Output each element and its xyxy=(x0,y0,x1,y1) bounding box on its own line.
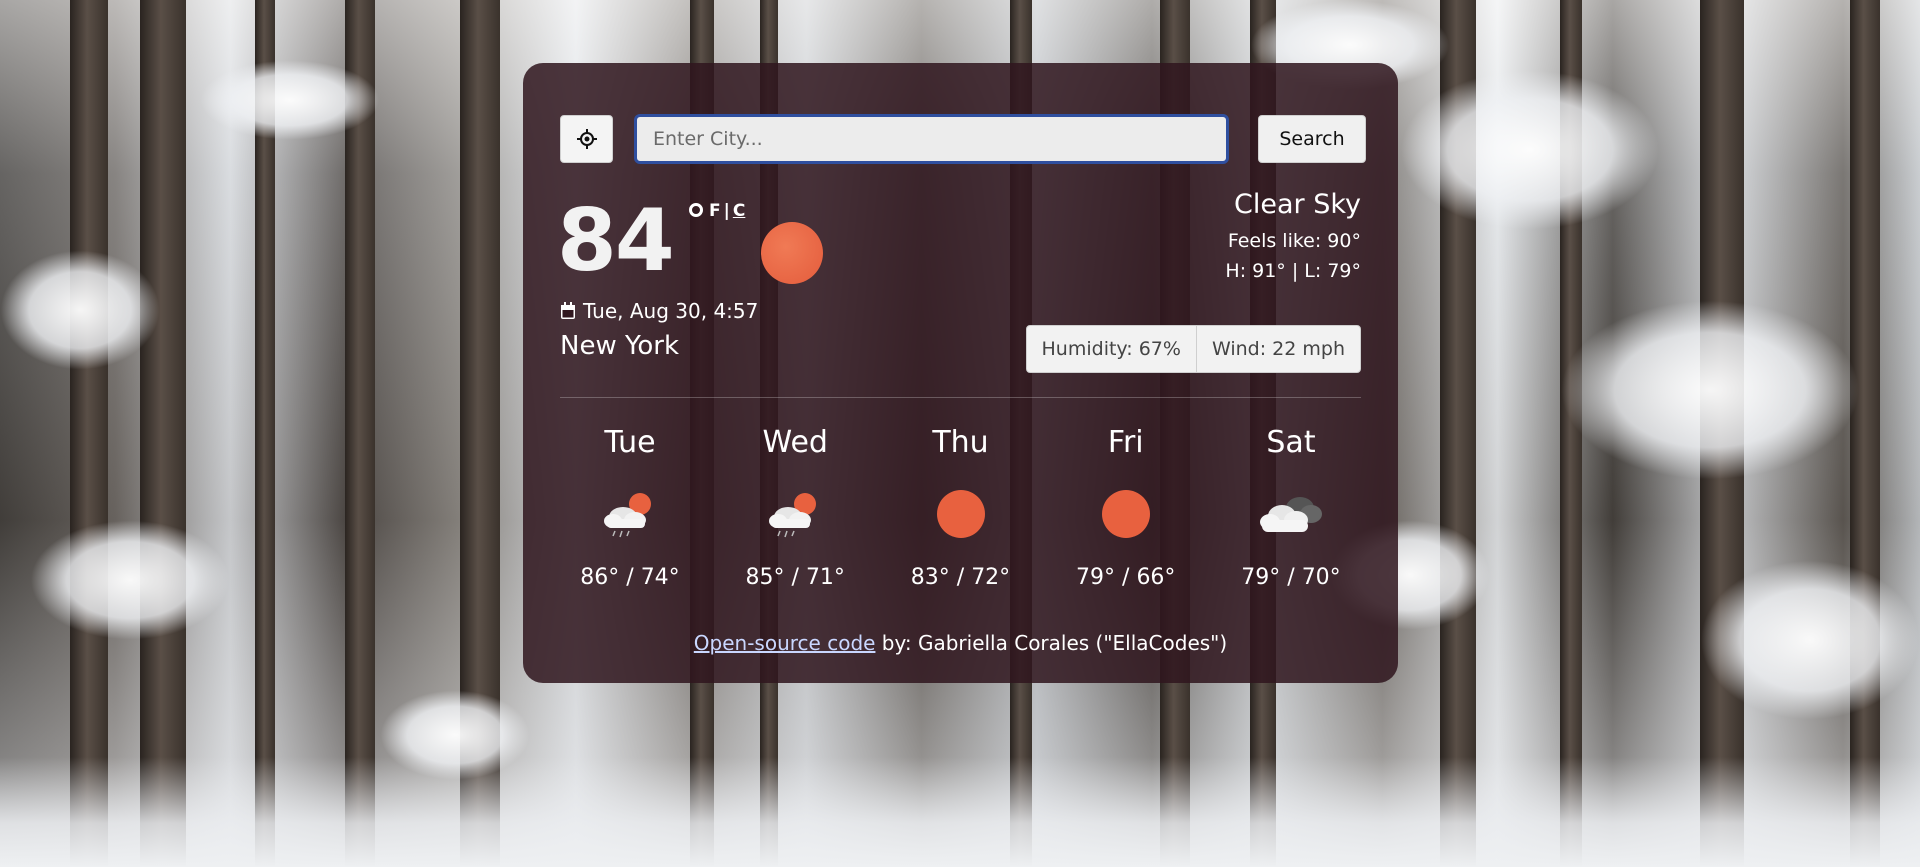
credit-text: by: Gabriella Corales ("EllaCodes") xyxy=(875,631,1228,655)
forecast-day-name: Tue xyxy=(604,425,656,460)
clouds-icon xyxy=(1260,497,1322,532)
forecast-day: Sat 79° / 70° xyxy=(1221,423,1361,590)
date-text: Tue, Aug 30, 4:57 xyxy=(583,299,759,323)
footer-credit: Open-source code by: Gabriella Corales (… xyxy=(523,631,1398,655)
city-name: New York xyxy=(560,331,680,361)
crosshair-icon xyxy=(576,129,597,149)
current-temperature: 84 xyxy=(557,191,675,291)
current-date: Tue, Aug 30, 4:57 xyxy=(560,299,758,323)
sun-icon xyxy=(936,490,985,538)
sun-cloud-rain-icon xyxy=(604,493,651,538)
degree-icon xyxy=(689,203,703,217)
forecast-day-name: Thu xyxy=(932,425,989,460)
unit-toggle: F | C xyxy=(689,201,745,221)
forecast-day-name: Fri xyxy=(1107,425,1144,460)
forecast-temps: 86° / 74° xyxy=(580,565,680,590)
forecast-temps: 85° / 71° xyxy=(745,565,845,590)
wind-stat: Wind: 22 mph xyxy=(1195,326,1360,372)
sun-cloud-rain-icon xyxy=(769,493,817,538)
forecast-temps: 79° / 66° xyxy=(1076,565,1176,590)
forecast-temps: 79° / 70° xyxy=(1241,565,1341,590)
source-code-link[interactable]: Open-source code xyxy=(694,631,876,655)
forecast-day: Fri 79° / 66° xyxy=(1056,423,1196,590)
divider xyxy=(560,397,1361,398)
forecast-day: Wed 85° / 71° xyxy=(725,423,865,590)
forecast-day-name: Wed xyxy=(762,425,828,460)
forecast-list: Tue 86° / 74° Wed 85° / 71° Thu 83° / 72… xyxy=(560,423,1361,590)
sun-icon xyxy=(1101,490,1150,538)
forecast-day: Thu 83° / 72° xyxy=(891,423,1031,590)
search-button[interactable]: Search xyxy=(1258,115,1366,163)
humidity-stat: Humidity: 67% xyxy=(1041,338,1181,360)
calendar-icon xyxy=(561,302,575,319)
city-search-input[interactable] xyxy=(634,114,1229,164)
weather-condition: Clear Sky xyxy=(1234,189,1361,220)
forecast-temps: 83° / 72° xyxy=(910,565,1011,590)
forecast-day: Tue 86° / 74° xyxy=(560,423,700,590)
weather-stats: Humidity: 67% Wind: 22 mph xyxy=(1025,325,1361,373)
forecast-day-name: Sat xyxy=(1266,425,1316,460)
high-low: H: 91° | L: 79° xyxy=(1225,260,1361,282)
current-location-button[interactable] xyxy=(560,115,613,163)
feels-like: Feels like: 90° xyxy=(1227,230,1361,252)
sun-icon xyxy=(761,222,823,284)
unit-celsius-link[interactable]: C xyxy=(733,201,745,221)
weather-card: Search 84 F | C Tue, Aug 30, 4:57 New Yo… xyxy=(523,63,1398,683)
unit-separator: | xyxy=(723,201,730,221)
unit-fahrenheit[interactable]: F xyxy=(709,201,721,221)
